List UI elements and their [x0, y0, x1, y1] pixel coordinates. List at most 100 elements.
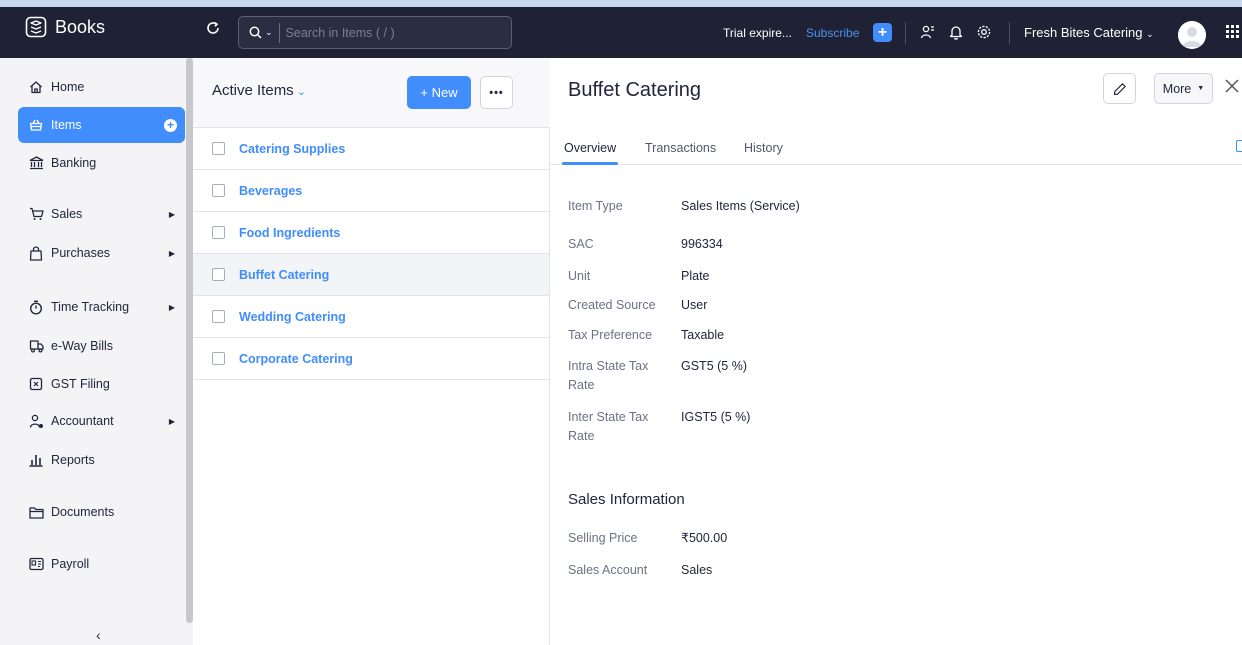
caret-down-icon: ▼ — [1197, 85, 1205, 92]
list-item[interactable]: Catering Supplies — [193, 128, 549, 170]
bank-icon — [28, 155, 44, 171]
field-label: Created Source — [568, 298, 656, 312]
bell-icon[interactable] — [946, 22, 966, 42]
row-checkbox[interactable] — [212, 184, 225, 197]
item-name-link[interactable]: Catering Supplies — [239, 142, 345, 156]
sidebar-item-label: Sales — [51, 207, 83, 221]
search-divider — [278, 22, 280, 43]
sidebar-item-label: Time Tracking — [51, 300, 130, 314]
bag-icon — [28, 245, 44, 261]
folder-icon — [28, 504, 44, 520]
sidebar-item-sales[interactable]: Sales ▶ — [18, 196, 185, 232]
search-input[interactable] — [285, 25, 486, 40]
item-name-link[interactable]: Wedding Catering — [239, 310, 346, 324]
sidebar-item-banking[interactable]: Banking — [18, 145, 185, 181]
sidebar-item-documents[interactable]: Documents — [18, 494, 185, 530]
payroll-icon — [28, 556, 44, 572]
sidebar-item-label: Accountant — [51, 414, 114, 428]
items-list-panel: Active Items ⌄ + New ••• Catering Supplie… — [193, 58, 550, 645]
field-value-created-source: User — [681, 298, 708, 312]
item-name-link[interactable]: Buffet Catering — [239, 268, 329, 282]
list-header: Active Items ⌄ + New ••• — [193, 58, 550, 128]
search-filter-dropdown[interactable]: ⌄ — [249, 26, 273, 39]
gear-icon[interactable] — [974, 22, 994, 42]
avatar[interactable] — [1178, 21, 1206, 49]
field-label: Selling Price — [568, 531, 638, 545]
edit-button[interactable] — [1103, 73, 1136, 104]
app-brand[interactable]: Books — [25, 16, 105, 38]
sidebar-item-accountant[interactable]: Accountant ▶ — [18, 403, 185, 439]
row-checkbox[interactable] — [212, 226, 225, 239]
sidebar-item-label: Documents — [51, 505, 115, 519]
app-grid-icon[interactable] — [1226, 25, 1240, 42]
field-value-inter-state-tax: IGST5 (5 %) — [681, 410, 751, 424]
tab-overview[interactable]: Overview — [564, 141, 616, 155]
item-name-link[interactable]: Corporate Catering — [239, 352, 353, 366]
sidebar-item-reports[interactable]: Reports — [18, 442, 185, 478]
field-value-tax-preference: Taxable — [681, 328, 725, 342]
sidebar-item-purchases[interactable]: Purchases ▶ — [18, 235, 185, 271]
search-box[interactable]: ⌄ — [238, 16, 512, 49]
tab-transactions[interactable]: Transactions — [645, 141, 716, 155]
item-name-link[interactable]: Food Ingredients — [239, 226, 340, 240]
more-actions-dropdown[interactable]: More ▼ — [1154, 73, 1213, 104]
row-checkbox[interactable] — [212, 352, 225, 365]
row-checkbox[interactable] — [212, 310, 225, 323]
panel-toggle-icon[interactable] — [1236, 140, 1242, 152]
sidebar-item-e-way-bills[interactable]: e-Way Bills — [18, 328, 185, 364]
add-item-icon[interactable]: + — [164, 118, 177, 132]
sidebar-item-payroll[interactable]: Payroll — [18, 546, 185, 582]
close-icon[interactable] — [1225, 79, 1239, 93]
field-value-unit: Plate — [681, 269, 710, 283]
sidebar-item-gst-filing[interactable]: GST Filing — [18, 366, 185, 402]
list-item[interactable]: Beverages — [193, 170, 549, 212]
sidebar-scrollbar[interactable] — [186, 58, 193, 623]
active-tab-indicator — [562, 162, 618, 165]
sidebar-item-label: Banking — [51, 156, 97, 170]
detail-tabs: Overview Transactions History — [550, 132, 1242, 165]
list-item-selected[interactable]: Buffet Catering — [193, 254, 549, 296]
referral-icon[interactable] — [918, 22, 938, 42]
list-item[interactable]: Wedding Catering — [193, 296, 549, 338]
organization-name: Fresh Bites Catering — [1024, 25, 1143, 40]
item-name-link[interactable]: Beverages — [239, 184, 302, 198]
sidebar-item-label: Payroll — [51, 557, 90, 571]
field-value-sales-account: Sales — [681, 563, 713, 577]
field-label: Unit — [568, 269, 591, 283]
field-label: Sales Account — [568, 563, 648, 577]
collapse-sidebar-button[interactable]: ‹ — [96, 627, 101, 643]
sidebar-item-label: e-Way Bills — [51, 339, 114, 353]
field-value-selling-price: ₹500.00 — [681, 531, 728, 545]
search-icon — [249, 26, 262, 39]
sidebar-item-label: Items — [51, 118, 82, 132]
section-title-sales: Sales Information — [568, 491, 685, 508]
organization-switcher[interactable]: Fresh Bites Catering ⌄ — [1024, 25, 1154, 40]
field-label: Intra State Tax Rate — [568, 359, 649, 392]
topbar-divider — [905, 22, 906, 44]
sidebar-item-home[interactable]: Home — [18, 69, 185, 105]
field-value-intra-state-tax: GST5 (5 %) — [681, 359, 747, 373]
list-item[interactable]: Corporate Catering — [193, 338, 549, 380]
more-label: More — [1162, 81, 1192, 96]
sidebar-item-label: GST Filing — [51, 377, 110, 391]
list-view-dropdown[interactable]: Active Items ⌄ — [212, 82, 306, 99]
sidebar-item-time-tracking[interactable]: Time Tracking ▶ — [18, 289, 185, 325]
tab-history[interactable]: History — [744, 141, 783, 155]
sidebar-item-label: Purchases — [51, 246, 111, 260]
refresh-icon[interactable] — [205, 20, 221, 36]
field-label: Tax Preference — [568, 328, 653, 342]
field-label: Item Type — [568, 199, 623, 213]
quick-create-button[interactable]: + — [873, 23, 892, 42]
chevron-down-icon: ⌄ — [265, 27, 273, 37]
sidebar-item-label: Home — [51, 80, 85, 94]
row-checkbox[interactable] — [212, 142, 225, 155]
row-checkbox[interactable] — [212, 268, 225, 281]
subscribe-link[interactable]: Subscribe — [806, 26, 859, 40]
new-item-button[interactable]: + New — [407, 76, 471, 109]
sidebar-item-items[interactable]: Items + — [18, 107, 185, 143]
more-options-button[interactable]: ••• — [480, 76, 513, 109]
list-item[interactable]: Food Ingredients — [193, 212, 549, 254]
cart-icon — [28, 206, 44, 222]
truck-icon — [28, 338, 44, 354]
pencil-icon — [1113, 82, 1126, 95]
